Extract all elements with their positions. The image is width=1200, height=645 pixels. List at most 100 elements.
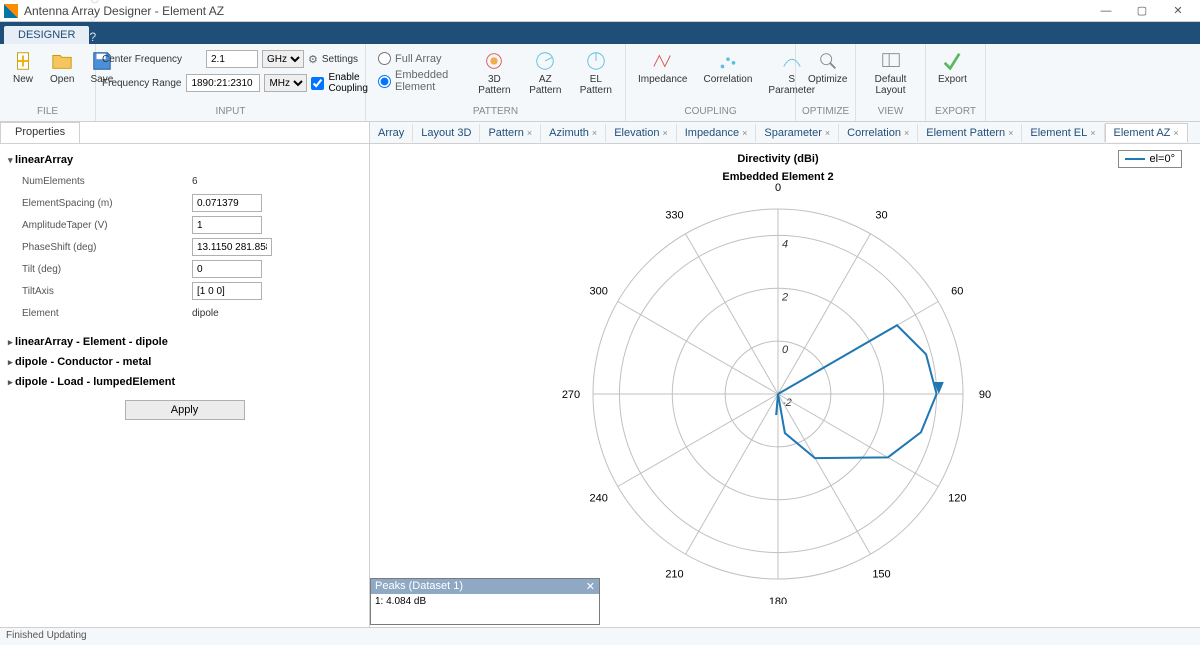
prop-tiltaxis-input[interactable] [192,282,262,300]
coupling-group-label: COUPLING [632,106,789,119]
section-lineararray[interactable]: linearArray [8,150,361,170]
section-load[interactable]: dipole - Load - lumpedElement [8,372,361,392]
main-content: Properties linearArray NumElements6 Elem… [0,122,1200,627]
svg-text:300: 300 [590,286,608,298]
prop-elementspacing-label: ElementSpacing (m) [22,198,192,209]
export-button[interactable]: Export [932,48,973,87]
center-freq-label: Center Frequency [102,54,202,65]
open-button[interactable]: Open [44,48,80,87]
peaks-close-icon[interactable]: ✕ [586,580,595,593]
view-tab-elevation[interactable]: Elevation× [606,124,677,142]
az-pattern-button[interactable]: AZ Pattern [522,48,569,98]
new-label: New [13,74,33,85]
properties-panel: Properties linearArray NumElements6 Elem… [0,122,370,627]
correlation-button[interactable]: Correlation [697,48,758,87]
3d-pattern-button[interactable]: 3D Pattern [471,48,518,98]
prop-tiltaxis-label: TiltAxis [22,286,192,297]
close-tab-icon[interactable]: × [527,128,532,138]
svg-text:90: 90 [979,389,991,401]
pattern-group-label: PATTERN [372,106,619,119]
gear-icon[interactable]: ⚙ [308,53,318,66]
svg-text:270: 270 [562,389,580,401]
apply-button[interactable]: Apply [125,400,245,420]
view-tab-element-az[interactable]: Element AZ× [1105,123,1188,142]
open-label: Open [50,74,74,85]
polar-plot: Directivity (dBi)Embedded Element 2-2024… [370,144,1190,604]
app-logo-icon [4,4,18,18]
view-tabstrip: ArrayLayout 3DPattern×Azimuth×Elevation×… [370,122,1200,144]
view-tab-impedance[interactable]: Impedance× [677,124,757,142]
section-element-dipole[interactable]: linearArray - Element - dipole [8,332,361,352]
prop-amplitudetaper-input[interactable] [192,216,262,234]
close-tab-icon[interactable]: × [1173,128,1178,138]
freq-range-unit[interactable]: MHz [264,74,307,92]
freq-range-input[interactable] [186,74,260,92]
properties-tab[interactable]: Properties [0,122,80,143]
svg-text:2: 2 [781,291,788,303]
svg-text:210: 210 [665,568,683,580]
svg-text:150: 150 [872,568,890,580]
optimize-button[interactable]: Optimize [802,48,853,87]
new-button[interactable]: New [6,48,40,87]
settings-label[interactable]: Settings [322,54,358,65]
close-tab-icon[interactable]: × [662,128,667,138]
svg-text:0: 0 [782,344,789,356]
prop-tilt-input[interactable] [192,260,262,278]
close-tab-icon[interactable]: × [1008,128,1013,138]
svg-text:120: 120 [948,493,966,505]
help-icon[interactable]: ? [89,30,1194,44]
view-tab-azimuth[interactable]: Azimuth× [541,124,606,142]
optimize-group-label: OPTIMIZE [802,106,849,119]
close-tab-icon[interactable]: × [1090,128,1095,138]
close-tab-icon[interactable]: × [904,128,909,138]
peaks-title: Peaks (Dataset 1) [375,580,463,593]
view-tab-pattern[interactable]: Pattern× [480,124,541,142]
freq-range-label: Frequency Range [102,78,182,89]
svg-text:Directivity (dBi): Directivity (dBi) [737,153,819,165]
view-tab-element-pattern[interactable]: Element Pattern× [918,124,1022,142]
enable-coupling-checkbox[interactable] [311,77,324,90]
view-tab-element-el[interactable]: Element EL× [1022,124,1104,142]
prop-phaseshift-input[interactable] [192,238,272,256]
svg-text:240: 240 [590,493,608,505]
center-freq-input[interactable] [206,50,258,68]
legend-line-icon [1125,158,1145,160]
view-tab-layout-3d[interactable]: Layout 3D [413,124,480,142]
peaks-row: 1: 4.084 dB [371,594,599,624]
properties-body: linearArray NumElements6 ElementSpacing … [0,144,369,627]
view-tab-sparameter[interactable]: Sparameter× [756,124,839,142]
input-group-label: INPUT [102,106,359,119]
close-tab-icon[interactable]: × [825,128,830,138]
ribbon-toolbar: New Open Save FILE Center Frequency GHz … [0,44,1200,122]
default-layout-button[interactable]: Default Layout [862,48,919,98]
prop-amplitudetaper-label: AmplitudeTaper (V) [22,220,192,231]
el-pattern-button[interactable]: EL Pattern [573,48,619,98]
view-panel: ArrayLayout 3DPattern×Azimuth×Elevation×… [370,122,1200,627]
reload-icon[interactable]: ↻ [89,0,1194,7]
section-conductor[interactable]: dipole - Conductor - metal [8,352,361,372]
center-freq-unit[interactable]: GHz [262,50,304,68]
close-tab-icon[interactable]: × [742,128,747,138]
properties-tabstrip: Properties [0,122,369,144]
prop-numelements-value: 6 [192,176,198,187]
embedded-element-radio[interactable]: Embedded Element [378,69,461,93]
view-tab-correlation[interactable]: Correlation× [839,124,918,142]
plot-legend: el=0° [1118,150,1182,168]
search-icon[interactable]: ⌕ [89,11,1194,26]
ribbon-tab-designer[interactable]: DESIGNER [4,26,89,44]
prop-elementspacing-input[interactable] [192,194,262,212]
status-bar: Finished Updating [0,627,1200,645]
impedance-button[interactable]: Impedance [632,48,693,87]
file-group-label: FILE [6,106,89,119]
svg-text:60: 60 [951,286,963,298]
svg-text:30: 30 [875,210,887,222]
pattern-scope: Full Array Embedded Element [372,48,467,97]
view-group-label: VIEW [862,106,919,119]
svg-text:330: 330 [665,210,683,222]
svg-text:0: 0 [775,182,781,194]
prop-numelements-label: NumElements [22,176,192,187]
close-tab-icon[interactable]: × [592,128,597,138]
full-array-radio[interactable]: Full Array [378,52,461,65]
peaks-box[interactable]: Peaks (Dataset 1) ✕ 1: 4.084 dB [370,578,600,625]
view-tab-array[interactable]: Array [370,124,413,142]
